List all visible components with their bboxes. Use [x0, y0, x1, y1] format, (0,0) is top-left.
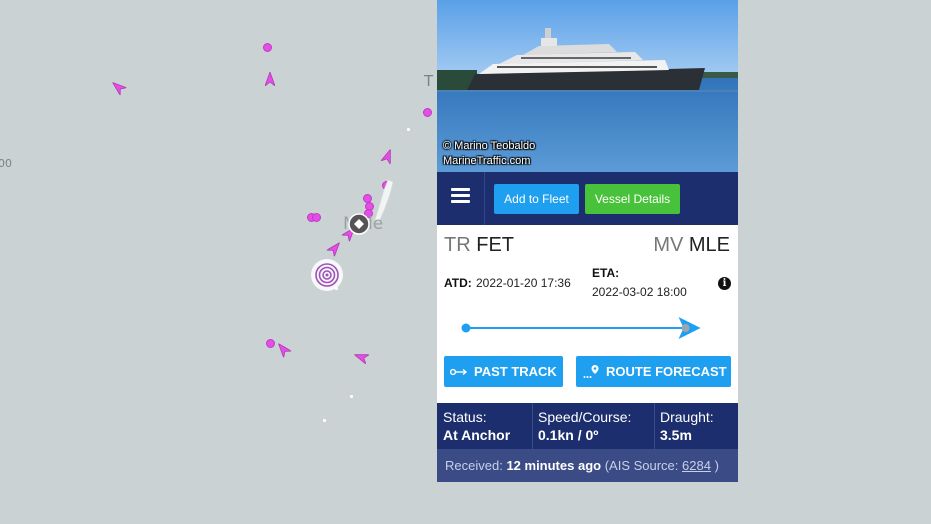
- vessel-photo[interactable]: © Marino Teobaldo MarineTraffic.com: [437, 0, 738, 172]
- voyage-position-arrow-icon: [678, 317, 701, 339]
- add-to-fleet-button[interactable]: Add to Fleet: [494, 184, 579, 214]
- ship-marker[interactable]: [326, 239, 344, 257]
- info-icon[interactable]: i: [718, 277, 731, 290]
- route-forecast-label: ROUTE FORECAST: [606, 364, 727, 379]
- status-value: At Anchor: [443, 427, 511, 443]
- port-icon[interactable]: [348, 213, 370, 235]
- received-label: Received:: [445, 458, 503, 473]
- ais-source-close: ): [714, 458, 719, 473]
- vessel-info-panel: © Marino Teobaldo MarineTraffic.com Add …: [437, 0, 738, 482]
- speed-course-label: Speed/Course:: [538, 409, 632, 425]
- atd-label: ATD:: [444, 276, 472, 290]
- speed-course-cell: Speed/Course: 0.1kn / 0º: [538, 408, 631, 444]
- anchored-ship-marker[interactable]: [266, 339, 275, 348]
- panel-toolbar: Add to Fleet Vessel Details: [437, 172, 738, 225]
- vessel-details-button[interactable]: Vessel Details: [585, 184, 680, 214]
- anchored-ship-marker[interactable]: [312, 213, 321, 222]
- past-track-button[interactable]: PAST TRACK: [444, 356, 563, 387]
- origin-port[interactable]: TR FET: [444, 234, 514, 257]
- status-label: Status:: [443, 409, 487, 425]
- received-info: Received: 12 minutes ago (AIS Source: 62…: [437, 449, 738, 482]
- ship-marker[interactable]: [353, 350, 370, 365]
- ship-marker[interactable]: [109, 79, 127, 96]
- route-forecast-button[interactable]: ROUTE FORECAST: [576, 356, 731, 387]
- anchored-ship-marker[interactable]: [263, 43, 272, 52]
- destination-country-code: MV: [653, 234, 684, 256]
- toolbar-divider: [484, 172, 485, 225]
- island-speck: [350, 395, 353, 398]
- past-track-icon: [450, 368, 468, 376]
- anchored-ship-marker[interactable]: [423, 108, 432, 117]
- voyage-start-dot: [461, 323, 471, 333]
- eta-label: ETA:: [592, 266, 620, 280]
- draught-value: 3.5m: [660, 427, 692, 443]
- draught-label: Draught:: [660, 409, 714, 425]
- vessel-status-bar: Status: At Anchor Speed/Course: 0.1kn / …: [437, 403, 738, 449]
- island-speck: [323, 419, 326, 422]
- origin-country-code: TR: [444, 234, 471, 256]
- selected-vessel-target-icon[interactable]: [310, 258, 344, 292]
- atd-value: 2022-01-20 17:36: [476, 276, 571, 290]
- ais-source-link[interactable]: 6284: [682, 458, 711, 473]
- status-divider: [654, 403, 655, 449]
- voyage-progress-bar: [461, 317, 701, 339]
- past-track-label: PAST TRACK: [474, 364, 557, 379]
- island-speck: [407, 128, 410, 131]
- origin-port-code: FET: [476, 234, 515, 256]
- hamburger-menu-icon[interactable]: [451, 188, 470, 204]
- received-value: 12 minutes ago: [506, 458, 602, 473]
- ship-marker[interactable]: [380, 148, 395, 165]
- map-edge-label: 00: [0, 157, 12, 170]
- status-divider: [532, 403, 533, 449]
- destination-port[interactable]: MV MLE: [653, 234, 730, 257]
- ship-marker[interactable]: [265, 72, 275, 86]
- speed-course-value: 0.1kn / 0º: [538, 427, 599, 443]
- ais-source-label: (AIS Source:: [604, 458, 679, 473]
- eta-value: 2022-03-02 18:00: [592, 285, 687, 299]
- draught-cell: Draught: 3.5m: [660, 408, 714, 444]
- map-top-label: T: [424, 72, 434, 90]
- route-forecast-icon: [583, 365, 599, 378]
- destination-port-code: MLE: [688, 234, 730, 256]
- ship-marker[interactable]: [275, 340, 292, 358]
- photo-credit: © Marino Teobaldo MarineTraffic.com: [443, 140, 536, 167]
- status-cell: Status: At Anchor: [443, 408, 510, 444]
